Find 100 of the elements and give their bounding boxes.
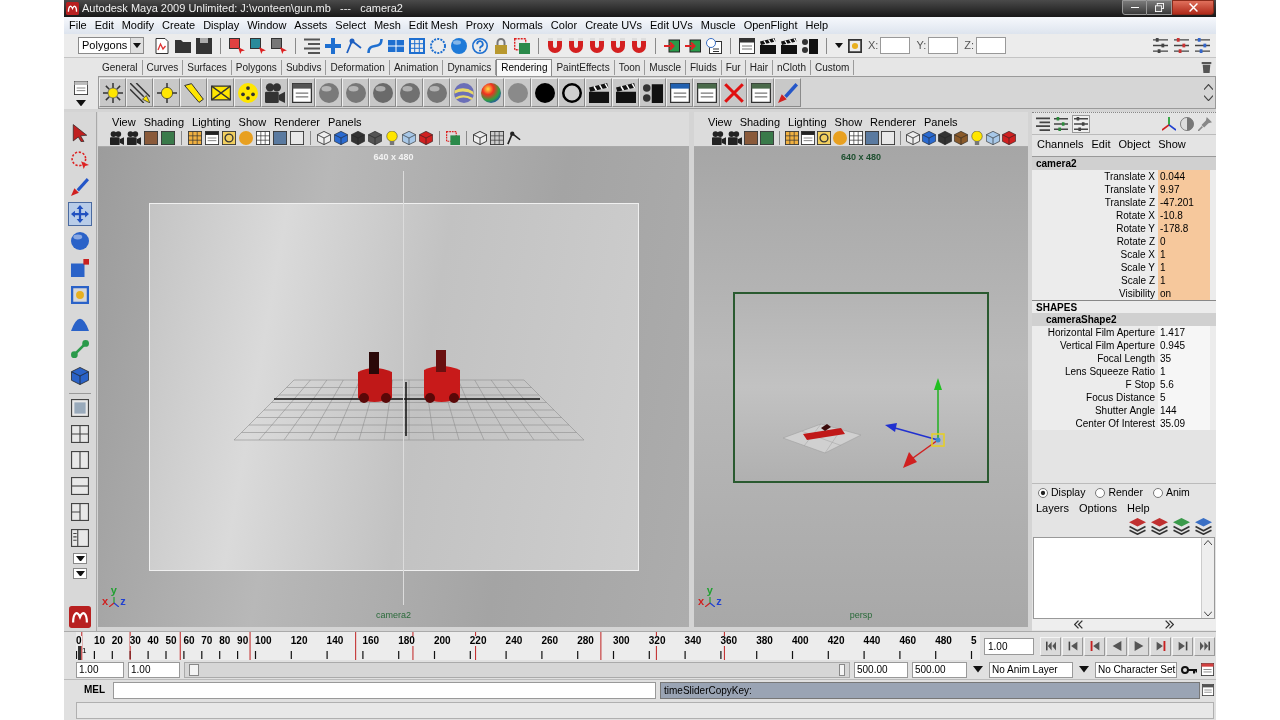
polyline-icon[interactable] (346, 37, 362, 54)
sphere-icon[interactable] (68, 229, 92, 253)
shelf-tab[interactable]: nCloth (773, 60, 811, 75)
step-back-icon[interactable] (1067, 641, 1078, 651)
circles-and-board-icon[interactable] (639, 78, 666, 107)
step-forward-button[interactable] (1172, 636, 1193, 656)
half-circle-icon[interactable] (1180, 116, 1194, 131)
shelf-tab[interactable]: Animation (389, 60, 444, 75)
wireframe-cube-icon[interactable] (317, 130, 331, 145)
crosshair-sun-icon[interactable] (153, 78, 180, 107)
menu-item[interactable]: Modify (117, 20, 159, 31)
step-back-button[interactable] (1062, 636, 1083, 656)
cube-icon[interactable] (938, 130, 952, 145)
clapperboard-icon[interactable] (781, 37, 797, 54)
chevron-up-icon[interactable] (1204, 540, 1212, 546)
cube-icon[interactable] (334, 130, 348, 145)
restore-button[interactable] (1147, 0, 1172, 15)
current-frame-field[interactable]: 1.00 (984, 637, 1034, 655)
menu-item[interactable]: Color (546, 20, 582, 31)
caret-icon[interactable] (76, 99, 86, 106)
menu-item[interactable]: Create (158, 20, 200, 31)
chevron-down-icon[interactable] (1204, 610, 1212, 616)
movie-camera-icon[interactable] (728, 130, 742, 145)
diagonal-arrows-icon[interactable] (126, 78, 153, 107)
menu-item[interactable]: Edit (90, 20, 118, 31)
key-icon[interactable] (1181, 665, 1197, 674)
stacked-pane-layout-icon[interactable] (71, 477, 89, 495)
shelf-tab[interactable]: Deformation (326, 60, 390, 75)
magnet-icon[interactable] (568, 37, 584, 54)
channel-value-field[interactable]: -10.8 (1158, 209, 1210, 222)
menu-item[interactable]: Display (199, 20, 244, 31)
channel-value-field[interactable]: 9.97 (1158, 183, 1210, 196)
magnet-icon[interactable] (631, 37, 647, 54)
layer-mode-radio[interactable]: Render (1095, 487, 1143, 498)
playback-start-field[interactable]: 1.00 (128, 661, 180, 678)
dashed-square-icon[interactable] (514, 37, 530, 54)
next-key-button[interactable] (1150, 636, 1171, 656)
panel-menu-item[interactable]: View (108, 117, 140, 128)
skip-to-end-button[interactable] (1194, 636, 1215, 656)
trash-icon[interactable] (1201, 62, 1212, 73)
curve-icon[interactable] (367, 37, 383, 54)
next-key-icon[interactable] (1155, 641, 1166, 651)
shelf-tab[interactable]: Rendering (496, 59, 553, 76)
crossed-box-icon[interactable] (207, 78, 234, 107)
channel-value-field[interactable]: 35 (1158, 352, 1210, 365)
channel-menu-item[interactable]: Edit (1091, 138, 1111, 150)
movie-camera-icon[interactable] (712, 130, 726, 145)
panel-menu-item[interactable]: View (704, 117, 736, 128)
menu-item[interactable]: Help (801, 20, 833, 31)
square-icon[interactable] (744, 130, 758, 145)
time-slider[interactable]: 0 10 20 30 40 50 60 70 80 90 100 120 140 160 180 200 220 240 260 280 300 320 340 360 380 400 420 440 460 480 5 1 (76, 632, 980, 660)
caret-icon[interactable] (835, 42, 843, 49)
cube-icon[interactable] (368, 130, 382, 145)
menu-item[interactable]: Assets (290, 20, 332, 31)
polyline-icon[interactable] (507, 130, 521, 145)
lock-icon[interactable] (493, 37, 509, 54)
wireframe-cube-icon[interactable] (906, 130, 920, 145)
square-icon[interactable] (881, 130, 895, 145)
double-chevron-right-icon[interactable] (1165, 620, 1174, 629)
cube-icon[interactable] (954, 130, 968, 145)
sliders-icon[interactable] (1153, 38, 1168, 53)
play-icon[interactable] (1133, 641, 1144, 651)
cross-icon[interactable] (720, 78, 747, 107)
grid-icon[interactable] (256, 130, 270, 145)
handle-line-icon[interactable] (68, 337, 92, 361)
layers-icon[interactable] (1151, 517, 1168, 535)
restore-icon[interactable] (1154, 3, 1164, 12)
move-arrows-icon[interactable] (68, 202, 92, 226)
emblem-icon[interactable] (69, 606, 91, 628)
channel-value-field[interactable]: on (1158, 287, 1210, 300)
horizontal-scrollbar[interactable] (1032, 619, 1216, 630)
previous-key-icon[interactable] (1089, 641, 1100, 651)
panel-menu-item[interactable]: Shading (735, 117, 785, 128)
grid-icon[interactable] (490, 130, 504, 145)
channel-menu-item[interactable]: Channels (1037, 138, 1084, 150)
channel-menu-item[interactable]: Object (1118, 138, 1151, 150)
shelf-tab[interactable]: Custom (810, 60, 855, 75)
window-icon[interactable] (74, 80, 88, 95)
caret-icon[interactable] (73, 553, 87, 564)
menu-item[interactable]: Normals (497, 20, 547, 31)
cube-icon[interactable] (1002, 130, 1016, 145)
coordinate-field[interactable] (880, 37, 911, 54)
dashed-square-icon[interactable] (446, 130, 460, 145)
panel-menu-item[interactable]: Shading (139, 117, 189, 128)
shelf-tab[interactable]: Curves (142, 60, 184, 75)
magnet-icon[interactable] (547, 37, 563, 54)
start-time-field[interactable]: 1.00 (76, 661, 124, 678)
shelf-tab[interactable]: PaintEffects (552, 60, 615, 75)
brush-icon[interactable] (68, 175, 92, 199)
chevron-down-icon[interactable] (1204, 95, 1213, 102)
panel-menu-item[interactable]: Show (830, 117, 867, 128)
layer-menu-item[interactable]: Options (1079, 502, 1117, 514)
channel-menu-item[interactable]: Show (1158, 138, 1186, 150)
layer-menu-item[interactable]: Layers (1036, 502, 1070, 514)
close-icon[interactable] (1188, 3, 1198, 12)
double-chevron-left-icon[interactable] (1074, 620, 1083, 629)
sliders-icon[interactable] (1174, 38, 1189, 53)
ring-in-square-icon[interactable] (222, 130, 236, 145)
plus-icon[interactable] (325, 37, 341, 54)
square-icon[interactable] (273, 130, 287, 145)
